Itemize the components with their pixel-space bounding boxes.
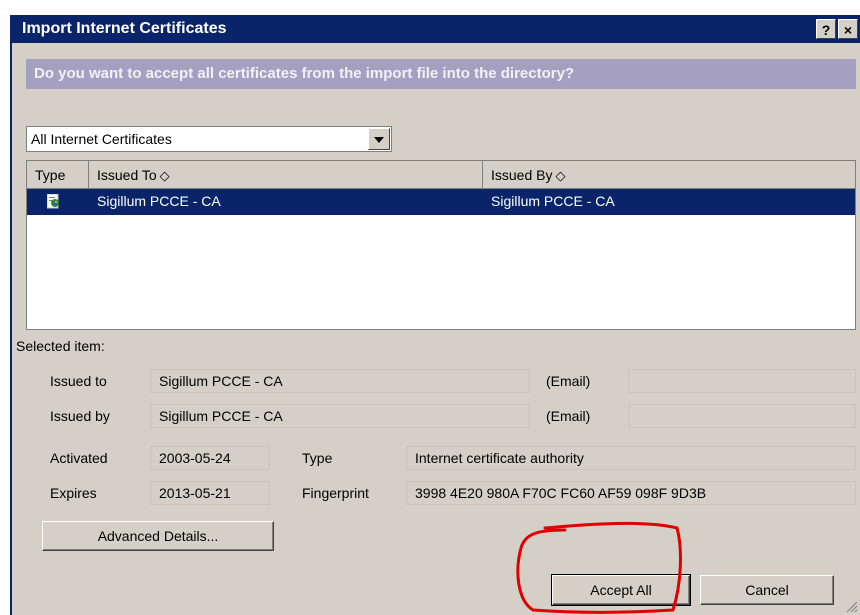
fingerprint-label: Fingerprint <box>302 485 369 501</box>
issued-to-field: Sigillum PCCE - CA <box>150 369 530 393</box>
filter-selected-value: All Internet Certificates <box>31 131 172 147</box>
dropdown-arrow-button[interactable] <box>368 128 390 150</box>
issued-to-email-label: (Email) <box>546 373 591 389</box>
table-row[interactable]: Sigillum PCCE - CA Sigillum PCCE - CA <box>27 189 855 215</box>
activated-field: 2003-05-24 <box>150 446 270 470</box>
row-issued-by: Sigillum PCCE - CA <box>491 193 615 209</box>
question-banner: Do you want to accept all certificates f… <box>26 59 856 89</box>
row-issued-to: Sigillum PCCE - CA <box>97 193 221 209</box>
column-header-issued-by[interactable]: Issued By ◇ <box>483 161 855 189</box>
expires-label: Expires <box>50 485 97 501</box>
column-header-issued-to[interactable]: Issued To ◇ <box>89 161 483 189</box>
type-label: Type <box>302 450 333 466</box>
expires-field: 2013-05-21 <box>150 481 270 505</box>
fingerprint-field: 3998 4E20 980A F70C FC60 AF59 098F 9D3B <box>406 481 856 505</box>
column-header-issued-by-label: Issued By <box>491 167 553 183</box>
issued-by-field: Sigillum PCCE - CA <box>150 404 530 428</box>
chevron-down-icon <box>374 137 384 143</box>
import-certificates-dialog: Import Internet Certificates ? × Do you … <box>10 15 860 615</box>
close-button[interactable]: × <box>838 19 858 39</box>
resize-grip-icon[interactable] <box>844 599 858 613</box>
issued-to-label: Issued to <box>50 373 107 389</box>
sort-icon: ◇ <box>159 168 170 183</box>
list-header: Type Issued To ◇ Issued By ◇ <box>27 161 855 189</box>
issued-by-email-label: (Email) <box>546 408 591 424</box>
column-header-type[interactable]: Type <box>27 161 89 189</box>
column-header-issued-to-label: Issued To <box>97 167 157 183</box>
window-title: Import Internet Certificates <box>22 20 227 37</box>
column-header-type-label: Type <box>35 167 66 183</box>
certificate-list[interactable]: Type Issued To ◇ Issued By ◇ Sigillum PCCE… <box>26 160 856 330</box>
accept-all-button[interactable]: Accept All <box>551 574 691 606</box>
title-bar: Import Internet Certificates ? × <box>12 15 860 43</box>
advanced-details-button[interactable]: Advanced Details... <box>42 521 274 551</box>
certificate-filter-dropdown[interactable]: All Internet Certificates <box>26 126 392 152</box>
activated-label: Activated <box>50 450 108 466</box>
sort-icon: ◇ <box>555 168 566 183</box>
type-field: Internet certificate authority <box>406 446 856 470</box>
help-button[interactable]: ? <box>816 19 836 39</box>
issued-to-email-field <box>628 369 856 393</box>
issued-by-label: Issued by <box>50 408 110 424</box>
cancel-button[interactable]: Cancel <box>700 575 834 605</box>
certificate-icon <box>47 194 59 209</box>
selected-item-label: Selected item: <box>16 338 105 354</box>
issued-by-email-field <box>628 404 856 428</box>
